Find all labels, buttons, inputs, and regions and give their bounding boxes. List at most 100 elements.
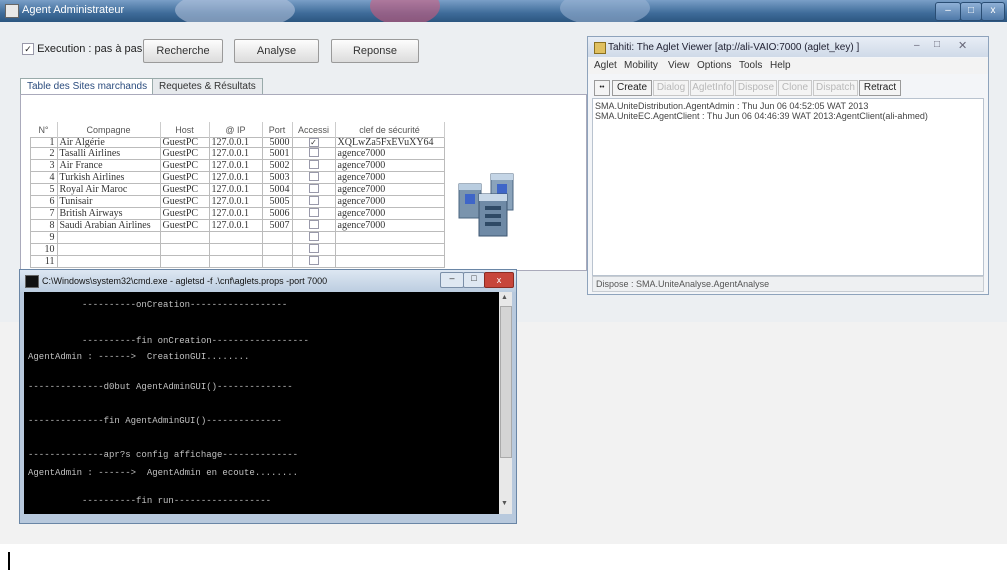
minimize-button[interactable]: – — [935, 2, 961, 21]
scroll-up-arrow-icon[interactable]: ▲ — [501, 294, 508, 301]
recherche-button[interactable]: Recherche — [143, 39, 223, 63]
table-cell[interactable]: 5002 — [261, 159, 293, 172]
table-cell[interactable] — [261, 243, 293, 256]
access-checkbox[interactable] — [308, 196, 319, 205]
table-cell[interactable]: agence7000 — [334, 219, 445, 232]
table-cell[interactable] — [159, 231, 210, 244]
table-cell[interactable]: 5 — [30, 183, 58, 196]
table-cell[interactable]: Tunisair — [56, 195, 161, 208]
table-cell[interactable] — [261, 231, 293, 244]
table-cell[interactable] — [159, 243, 210, 256]
table-cell[interactable]: 1 — [30, 137, 58, 148]
menu-tools[interactable]: Tools — [739, 60, 762, 71]
table-cell[interactable] — [56, 243, 161, 256]
table-cell[interactable] — [334, 243, 445, 256]
table-cell[interactable]: 5000 — [261, 137, 293, 148]
menu-mobility[interactable]: Mobility — [624, 60, 658, 71]
access-cell[interactable] — [291, 231, 336, 244]
access-checkbox[interactable] — [308, 172, 319, 181]
scrollbar-thumb[interactable] — [500, 306, 512, 458]
menu-options[interactable]: Options — [697, 60, 731, 71]
access-cell[interactable] — [291, 183, 336, 196]
menu-aglet[interactable]: Aglet — [594, 60, 617, 71]
access-checkbox[interactable]: ✓ — [308, 138, 319, 147]
access-cell[interactable] — [291, 207, 336, 220]
table-cell[interactable] — [56, 255, 161, 268]
access-checkbox[interactable] — [308, 244, 319, 253]
table-cell[interactable]: 3 — [30, 159, 58, 172]
table-cell[interactable]: 127.0.0.1 — [208, 147, 263, 160]
aglet-list[interactable]: SMA.UniteDistribution.AgentAdmin : Thu J… — [592, 98, 984, 276]
table-row[interactable]: 2 Tasalli Airlines GuestPC 127.0.0.1 5001 age… — [30, 147, 445, 160]
table-cell[interactable]: agence7000 — [334, 147, 445, 160]
aglet-viewer-close-button[interactable]: ✕ — [958, 39, 967, 52]
access-checkbox[interactable] — [308, 256, 319, 265]
table-cell[interactable] — [56, 231, 161, 244]
table-row[interactable]: 5 Royal Air Maroc GuestPC 127.0.0.1 5004 agen… — [30, 183, 445, 196]
execution-checkbox[interactable]: ✓ Execution : pas à pas — [22, 43, 142, 55]
table-row[interactable]: 10 — [30, 243, 445, 256]
table-cell[interactable]: 127.0.0.1 — [208, 183, 263, 196]
dispatch-button[interactable]: Dispatch — [813, 80, 858, 96]
table-cell[interactable] — [208, 231, 263, 244]
table-row[interactable]: 9 — [30, 231, 445, 244]
table-cell[interactable]: 5004 — [261, 183, 293, 196]
access-cell[interactable] — [291, 147, 336, 160]
aglet-viewer-maximize-button[interactable]: □ — [934, 39, 940, 50]
access-checkbox[interactable] — [308, 160, 319, 169]
access-checkbox[interactable] — [308, 208, 319, 217]
cmd-scrollbar[interactable]: ▲ ▼ — [499, 292, 512, 514]
menu-view[interactable]: View — [668, 60, 690, 71]
menu-help[interactable]: Help — [770, 60, 791, 71]
access-cell[interactable] — [291, 195, 336, 208]
table-cell[interactable]: agence7000 — [334, 171, 445, 184]
table-cell[interactable]: 127.0.0.1 — [208, 137, 263, 148]
create-button[interactable]: Create — [612, 80, 652, 96]
access-cell[interactable] — [291, 243, 336, 256]
table-row[interactable]: 11 — [30, 255, 445, 268]
aglet-list-item[interactable]: SMA.UniteEC.AgentClient : Thu Jun 06 04:… — [595, 111, 928, 121]
access-cell[interactable] — [291, 171, 336, 184]
table-cell[interactable]: GuestPC — [159, 183, 210, 196]
table-cell[interactable]: 8 — [30, 219, 58, 232]
table-cell[interactable]: Saudi Arabian Airlines — [56, 219, 161, 232]
clone-button[interactable]: Clone — [778, 80, 812, 96]
table-cell[interactable]: 127.0.0.1 — [208, 207, 263, 220]
table-cell[interactable] — [334, 231, 445, 244]
table-cell[interactable]: 5003 — [261, 171, 293, 184]
access-cell[interactable] — [291, 219, 336, 232]
table-cell[interactable] — [159, 255, 210, 268]
table-row[interactable]: 8 Saudi Arabian Airlines GuestPC 127.0.0.1 5… — [30, 219, 445, 232]
table-row[interactable]: 7 British Airways GuestPC 127.0.0.1 5006 agen… — [30, 207, 445, 220]
table-cell[interactable]: GuestPC — [159, 147, 210, 160]
dispose-button[interactable]: Dispose — [735, 80, 777, 96]
checkbox-icon[interactable]: ✓ — [22, 43, 34, 55]
table-cell[interactable]: agence7000 — [334, 195, 445, 208]
table-cell[interactable]: agence7000 — [334, 183, 445, 196]
table-cell[interactable]: GuestPC — [159, 159, 210, 172]
close-button[interactable]: x — [981, 2, 1005, 21]
dialog-button[interactable]: Dialog — [653, 80, 689, 96]
table-cell[interactable]: British Airways — [56, 207, 161, 220]
table-cell[interactable]: GuestPC — [159, 171, 210, 184]
table-cell[interactable]: 127.0.0.1 — [208, 195, 263, 208]
table-cell[interactable]: GuestPC — [159, 195, 210, 208]
table-cell[interactable] — [208, 243, 263, 256]
table-cell[interactable]: 5005 — [261, 195, 293, 208]
table-cell[interactable] — [334, 255, 445, 268]
table-cell[interactable]: 11 — [30, 255, 58, 268]
table-cell[interactable]: 9 — [30, 231, 58, 244]
retract-button[interactable]: Retract — [859, 80, 901, 96]
cmd-maximize-button[interactable]: □ — [463, 272, 485, 288]
table-cell[interactable]: XQLwZa5FxEVuXY64 — [334, 137, 445, 148]
aglet-list-item[interactable]: SMA.UniteDistribution.AgentAdmin : Thu J… — [595, 101, 868, 111]
table-cell[interactable]: 5001 — [261, 147, 293, 160]
access-checkbox[interactable] — [308, 184, 319, 193]
table-cell[interactable]: 10 — [30, 243, 58, 256]
table-cell[interactable] — [208, 255, 263, 268]
table-cell[interactable]: 127.0.0.1 — [208, 159, 263, 172]
table-cell[interactable] — [261, 255, 293, 268]
table-cell[interactable]: Air Algérie — [56, 137, 161, 148]
analyse-button[interactable]: Analyse — [234, 39, 319, 63]
access-cell[interactable]: ✓ — [291, 137, 336, 148]
